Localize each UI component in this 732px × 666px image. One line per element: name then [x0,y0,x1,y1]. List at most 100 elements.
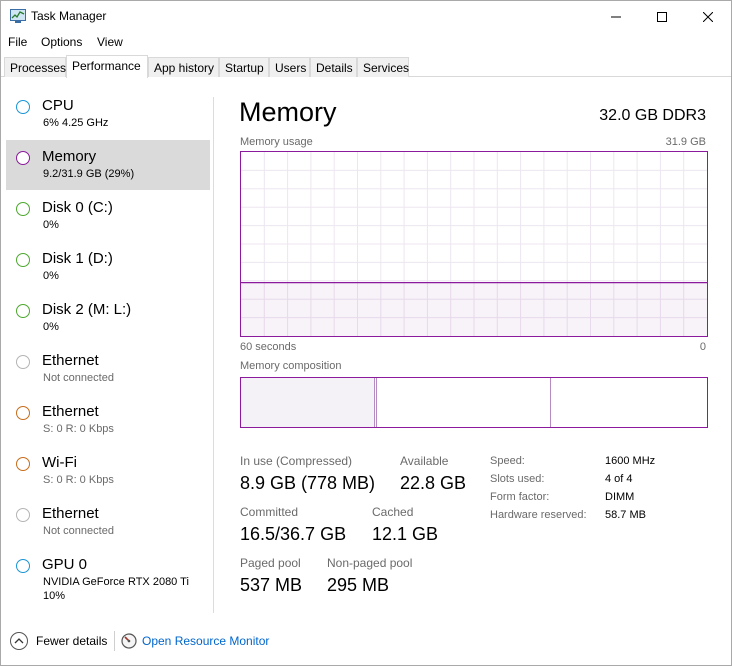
cached-value: 12.1 GB [372,524,439,544]
sidebar-divider [213,97,214,613]
composition-divider [550,378,551,427]
maximize-icon [657,11,667,22]
task-manager-window: Task Manager File Options View Processes… [0,0,732,666]
tab-details[interactable]: Details [310,57,357,77]
composition-divider [374,378,375,427]
sidebar-item-title: CPU [42,97,74,114]
in-use-value: 8.9 GB (778 MB) [240,473,376,493]
sidebar-item-wifi[interactable]: Wi-Fi S: 0 R: 0 Kbps [6,446,210,496]
disk-status-icon [16,253,30,267]
sidebar-item-sub: S: 0 R: 0 Kbps [43,474,114,486]
sidebar-item-sub: 0% [43,270,59,282]
memory-status-icon [16,151,30,165]
non-paged-pool-value: 295 MB [327,575,390,595]
cached-label: Cached [372,505,414,519]
sidebar-item-title: Disk 1 (D:) [42,250,113,267]
ethernet-status-icon [16,406,30,420]
sidebar-item-ethernet-1[interactable]: Ethernet Not connected [6,344,210,394]
committed-label: Committed [240,505,299,519]
minimize-icon [611,16,621,17]
sidebar-item-memory[interactable]: Memory 9.2/31.9 GB (29%) [6,140,210,190]
sidebar-item-disk-2[interactable]: Disk 2 (M: L:) 0% [6,293,210,343]
minimize-button[interactable] [593,1,639,32]
in-use-label: In use (Compressed) [240,454,353,468]
memory-usage-graph [240,151,708,337]
speed-value: 1600 MHz [605,455,656,467]
resource-monitor-icon[interactable] [121,633,137,649]
gpu-status-icon [16,559,30,573]
menu-view[interactable]: View [97,35,123,49]
slots-label: Slots used: [490,473,545,485]
wifi-status-icon [16,457,30,471]
sidebar-item-sub: Not connected [43,525,114,537]
cpu-status-icon [16,100,30,114]
memory-composition-bar [240,377,708,428]
sidebar-item-sub: Not connected [43,372,114,384]
performance-sidebar: CPU 6% 4.25 GHz Memory 9.2/31.9 GB (29%)… [1,87,213,615]
available-value: 22.8 GB [400,473,467,493]
sidebar-item-title: Disk 2 (M: L:) [42,301,132,318]
sidebar-item-sub: 9.2/31.9 GB (29%) [43,168,135,180]
sidebar-item-gpu-0[interactable]: GPU 0 NVIDIA GeForce RTX 2080 Ti 10% [6,548,210,608]
sidebar-item-title: Ethernet [42,352,99,369]
sidebar-item-sub2: 10% [43,590,66,602]
menu-file[interactable]: File [8,35,27,49]
page-title: Memory [239,97,337,127]
hardware-reserved-value: 58.7 MB [605,509,646,521]
sidebar-item-disk-0[interactable]: Disk 0 (C:) 0% [6,191,210,241]
hardware-reserved-label: Hardware reserved: [490,509,587,521]
composition-divider [376,378,377,427]
sidebar-item-sub: S: 0 R: 0 Kbps [43,423,114,435]
time-axis-right: 0 [699,341,706,353]
open-resource-monitor-link[interactable]: Open Resource Monitor [142,634,269,648]
tab-strip: Processes Performance App history Startu… [1,55,731,78]
sidebar-item-cpu[interactable]: CPU 6% 4.25 GHz [6,89,210,139]
sidebar-item-title: Wi-Fi [42,454,77,471]
memory-spec: 32.0 GB DDR3 [599,107,706,124]
memory-composition-label: Memory composition [240,360,342,372]
usage-area [241,282,707,336]
tab-performance[interactable]: Performance [66,55,148,78]
sidebar-item-ethernet-3[interactable]: Ethernet Not connected [6,497,210,547]
sidebar-item-title: Ethernet [42,403,99,420]
time-axis-left: 60 seconds [240,341,297,353]
form-factor-label: Form factor: [490,491,550,503]
close-button[interactable] [685,1,731,32]
tab-users[interactable]: Users [269,57,310,77]
sidebar-item-sub: 0% [43,321,59,333]
sidebar-item-sub: 6% 4.25 GHz [43,117,109,129]
speed-label: Speed: [490,455,525,467]
task-manager-icon [10,9,26,23]
non-paged-pool-label: Non-paged pool [327,556,413,570]
memory-usage-label: Memory usage [240,136,313,148]
disk-status-icon [16,202,30,216]
tab-startup[interactable]: Startup [219,57,269,77]
paged-pool-label: Paged pool [240,556,301,570]
menu-bar: File Options View [1,32,731,52]
ethernet-status-icon [16,355,30,369]
available-label: Available [400,454,449,468]
sidebar-item-sub: NVIDIA GeForce RTX 2080 Ti [43,576,189,588]
disk-status-icon [16,304,30,318]
footer-divider [114,631,115,651]
slots-value: 4 of 4 [605,473,633,485]
memory-usage-chart [241,152,707,336]
sidebar-item-sub: 0% [43,219,59,231]
committed-value: 16.5/36.7 GB [240,524,347,544]
fewer-details-link[interactable]: Fewer details [36,634,107,648]
sidebar-item-disk-1[interactable]: Disk 1 (D:) 0% [6,242,210,292]
tab-app-history[interactable]: App history [148,57,219,77]
sidebar-item-title: Ethernet [42,505,99,522]
title-bar[interactable]: Task Manager [1,1,731,32]
ethernet-status-icon [16,508,30,522]
sidebar-item-title: Memory [42,148,97,165]
close-icon [703,11,713,22]
tab-processes[interactable]: Processes [4,57,66,77]
sidebar-item-ethernet-2[interactable]: Ethernet S: 0 R: 0 Kbps [6,395,210,445]
maximize-button[interactable] [639,1,685,32]
footer: Fewer details Open Resource Monitor [1,625,731,659]
menu-options[interactable]: Options [41,35,82,49]
tab-services[interactable]: Services [357,57,409,77]
chevron-up-icon[interactable] [10,632,28,650]
sidebar-item-title: Disk 0 (C:) [42,199,113,216]
